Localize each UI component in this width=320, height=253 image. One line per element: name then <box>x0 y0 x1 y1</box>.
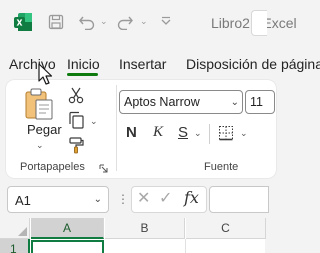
underline-dropdown-chevron-icon[interactable]: ⌄ <box>194 128 202 139</box>
borders-dropdown-chevron-icon[interactable]: ⌄ <box>240 128 248 139</box>
row-header-1[interactable]: 1 <box>0 239 30 253</box>
font-name-dropdown[interactable]: Aptos Narrow ⌄ <box>119 90 243 114</box>
copy-icon[interactable] <box>65 109 87 131</box>
redo-icon[interactable] <box>114 12 136 32</box>
undo-icon[interactable] <box>76 12 98 32</box>
format-divider <box>209 124 210 144</box>
format-painter-icon[interactable] <box>65 134 87 156</box>
font-size-value: 11 <box>250 95 263 109</box>
name-box-value: A1 <box>15 193 31 208</box>
insert-function-icon[interactable]: fx <box>184 188 199 207</box>
redo-dropdown-chevron-icon[interactable]: ⌄ <box>140 16 148 27</box>
paste-dropdown-chevron-icon[interactable]: ⌄ <box>36 140 44 151</box>
font-name-chevron-icon: ⌄ <box>230 97 239 108</box>
column-header-b[interactable]: B <box>105 218 185 239</box>
undo-dropdown-chevron-icon[interactable]: ⌄ <box>100 16 108 27</box>
column-gridline <box>185 239 186 253</box>
enter-formula-icon[interactable]: ✓ <box>159 188 172 208</box>
excel-logo-icon <box>14 13 32 31</box>
mouse-pointer-icon <box>38 63 53 85</box>
select-all-button[interactable] <box>0 218 30 239</box>
cut-icon[interactable] <box>65 84 87 106</box>
spreadsheet-grid: A B C 1 <box>0 218 266 253</box>
paste-icon[interactable] <box>20 87 56 121</box>
font-size-dropdown[interactable]: 11 <box>245 90 275 114</box>
copy-dropdown-chevron-icon[interactable]: ⌄ <box>90 116 98 127</box>
save-icon[interactable] <box>46 12 66 32</box>
formula-input[interactable] <box>209 186 269 213</box>
group-label-fuente: Fuente <box>204 161 239 173</box>
tab-insertar[interactable]: Insertar <box>119 56 166 72</box>
column-header-a[interactable]: A <box>31 218 104 239</box>
column-header-c[interactable]: C <box>186 218 266 239</box>
italic-button[interactable]: K <box>153 124 163 141</box>
clipboard-dialog-launcher-icon[interactable] <box>99 164 108 173</box>
font-name-value: Aptos Narrow <box>124 95 200 109</box>
customize-quick-access-icon[interactable] <box>157 12 175 32</box>
borders-icon[interactable] <box>216 123 236 143</box>
select-all-triangle-icon <box>18 227 27 236</box>
group-divider <box>116 85 117 171</box>
underline-button[interactable]: S <box>178 124 188 141</box>
search-box[interactable] <box>251 10 267 36</box>
tab-disposicion[interactable]: Disposición de página <box>186 56 320 72</box>
title-bar: ⌄ ⌄ Libro2 - Excel <box>0 0 297 46</box>
formula-bar-grip-icon[interactable]: ⋮ <box>117 192 129 206</box>
cancel-formula-icon[interactable]: ✕ <box>137 188 150 208</box>
bold-button[interactable]: N <box>126 124 137 141</box>
name-box-chevron-icon: ⌄ <box>93 194 102 205</box>
name-box[interactable]: A1 ⌄ <box>7 186 109 213</box>
active-cell-a1[interactable] <box>31 240 104 253</box>
paste-button[interactable]: Pegar <box>27 122 62 137</box>
active-tab-indicator <box>67 73 98 76</box>
group-label-portapapeles: Portapapeles <box>20 161 85 173</box>
tab-inicio[interactable]: Inicio <box>67 56 100 72</box>
